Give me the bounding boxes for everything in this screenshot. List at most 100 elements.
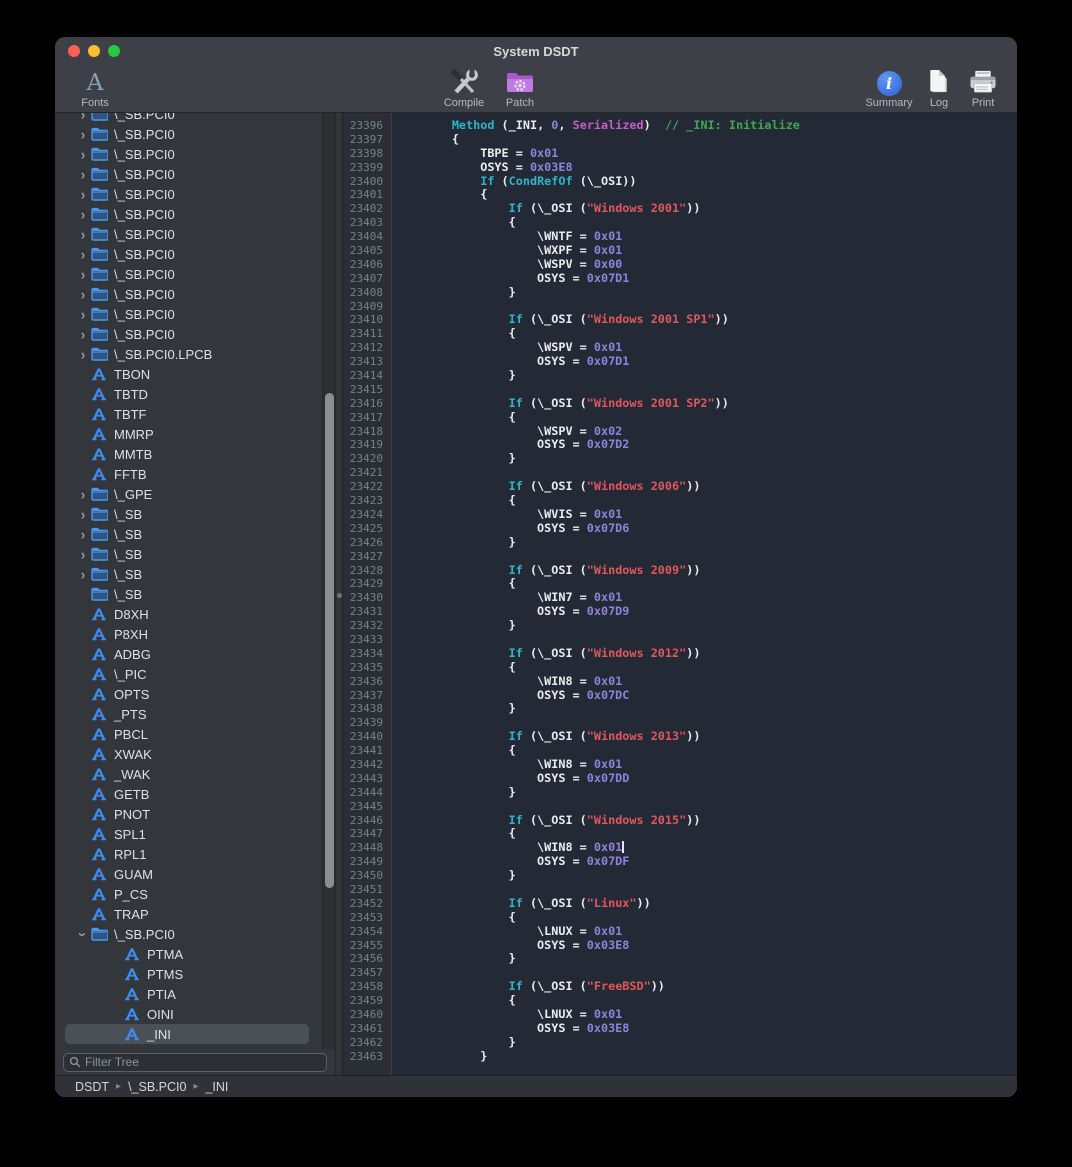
- tree-item-_sb[interactable]: ›\_SB: [65, 544, 309, 564]
- tree-item-_sb.pci0[interactable]: ›\_SB.PCI0: [65, 144, 309, 164]
- chevron-right-icon[interactable]: ›: [75, 227, 91, 242]
- chevron-right-icon[interactable]: ›: [75, 147, 91, 162]
- tree-item-fftb[interactable]: FFTB: [65, 464, 309, 484]
- tree-item-d8xh[interactable]: D8XH: [65, 604, 309, 624]
- filter-field[interactable]: [63, 1053, 327, 1072]
- line-number: 23419: [343, 438, 387, 452]
- tree-item-xwak[interactable]: XWAK: [65, 744, 309, 764]
- chevron-right-icon[interactable]: ›: [75, 327, 91, 342]
- tree-item-_sb.pci0[interactable]: ›\_SB.PCI0: [65, 244, 309, 264]
- code-line: 23413 OSYS = 0x07D1: [343, 355, 1017, 369]
- tree-item-tbon[interactable]: TBON: [65, 364, 309, 384]
- tree-item-_sb.pci0.lpcb[interactable]: ›\_SB.PCI0.LPCB: [65, 344, 309, 364]
- tree-item-mmtb[interactable]: MMTB: [65, 444, 309, 464]
- compile-button[interactable]: Compile: [436, 65, 492, 109]
- code-line: 23426 }: [343, 536, 1017, 550]
- fonts-button[interactable]: A Fonts: [67, 65, 123, 109]
- tree-item-p_cs[interactable]: P_CS: [65, 884, 309, 904]
- chevron-right-icon[interactable]: ›: [75, 307, 91, 322]
- tree-item-ptia[interactable]: PTIA: [65, 984, 309, 1004]
- breadcrumb-item[interactable]: _INI: [205, 1080, 228, 1094]
- tree-item-pbcl[interactable]: PBCL: [65, 724, 309, 744]
- chevron-right-icon[interactable]: ›: [75, 527, 91, 542]
- tree-item-rpl1[interactable]: RPL1: [65, 844, 309, 864]
- chevron-right-icon[interactable]: ›: [75, 487, 91, 502]
- folder-icon: [91, 567, 111, 581]
- tree-item-_sb.pci0[interactable]: ›\_SB.PCI0: [65, 164, 309, 184]
- chevron-right-icon[interactable]: ›: [75, 113, 91, 121]
- chevron-right-icon[interactable]: ›: [75, 267, 91, 282]
- tree-item-opts[interactable]: OPTS: [65, 684, 309, 704]
- divider-handle[interactable]: [337, 593, 342, 598]
- tree-item-_sb.pci0[interactable]: ›\_SB.PCI0: [65, 264, 309, 284]
- chevron-right-icon[interactable]: ›: [75, 207, 91, 222]
- chevron-right-icon[interactable]: ›: [75, 167, 91, 182]
- chevron-right-icon[interactable]: ›: [75, 347, 91, 362]
- tree-item-getb[interactable]: GETB: [65, 784, 309, 804]
- sidebar-tree[interactable]: ›\_SB.PCI0›\_SB.PCI0›\_SB.PCI0›\_SB.PCI0…: [55, 113, 335, 1049]
- sidebar-scrollbar-track[interactable]: [322, 113, 335, 1049]
- tree-item-tbtd[interactable]: TBTD: [65, 384, 309, 404]
- code-editor[interactable]: 23396 Method (_INI, 0, Serialized) // _I…: [343, 113, 1017, 1075]
- chevron-down-icon[interactable]: ›: [76, 926, 91, 942]
- pane-divider[interactable]: [335, 113, 343, 1075]
- summary-button[interactable]: i Summary: [861, 65, 917, 109]
- tree-item-_sb.pci0[interactable]: ›\_SB.PCI0: [65, 924, 309, 944]
- chevron-right-icon[interactable]: ›: [75, 247, 91, 262]
- tree-item-mmrp[interactable]: MMRP: [65, 424, 309, 444]
- tree-item-_pic[interactable]: \_PIC: [65, 664, 309, 684]
- method-icon: [91, 366, 111, 382]
- summary-info-icon: i: [877, 71, 902, 96]
- tree-item-_sb[interactable]: ›\_SB: [65, 564, 309, 584]
- code-text: \LNUX = 0x01: [387, 925, 622, 939]
- tree-item-adbg[interactable]: ADBG: [65, 644, 309, 664]
- code-text: \WVIS = 0x01: [387, 508, 622, 522]
- tree-item-_sb.pci0[interactable]: ›\_SB.PCI0: [65, 304, 309, 324]
- tree-item-ptma[interactable]: PTMA: [65, 944, 309, 964]
- tree-item-_ini[interactable]: _INI: [65, 1024, 309, 1044]
- breadcrumb-item[interactable]: \_SB.PCI0: [128, 1080, 186, 1094]
- chevron-right-icon[interactable]: ›: [75, 567, 91, 582]
- code-line: 23423 {: [343, 494, 1017, 508]
- tree-item-pnot[interactable]: PNOT: [65, 804, 309, 824]
- line-number: 23432: [343, 619, 387, 633]
- tree-item-trap[interactable]: TRAP: [65, 904, 309, 924]
- line-number: 23412: [343, 341, 387, 355]
- code-line: 23452 If (\_OSI ("Linux")): [343, 897, 1017, 911]
- tree-item-oini[interactable]: OINI: [65, 1004, 309, 1024]
- tree-item-_sb[interactable]: › \_SB: [65, 504, 309, 524]
- tree-item-_wak[interactable]: _WAK: [65, 764, 309, 784]
- filter-tree-input[interactable]: [85, 1055, 321, 1069]
- tree-item-_sb.pci0[interactable]: ›\_SB.PCI0: [65, 113, 309, 124]
- sidebar-scrollbar-thumb[interactable]: [325, 393, 334, 888]
- tree-item-_sb.pci0[interactable]: ›\_SB.PCI0: [65, 204, 309, 224]
- tree-item-guam[interactable]: GUAM: [65, 864, 309, 884]
- chevron-right-icon[interactable]: ›: [75, 287, 91, 302]
- chevron-right-icon[interactable]: ›: [75, 507, 91, 522]
- tree-item-_sb[interactable]: ›\_SB: [65, 524, 309, 544]
- tree-item-ptms[interactable]: PTMS: [65, 964, 309, 984]
- breadcrumb-item[interactable]: DSDT: [75, 1080, 109, 1094]
- log-button[interactable]: Log: [917, 65, 961, 109]
- chevron-right-icon[interactable]: ›: [75, 127, 91, 142]
- tree-item-_sb.pci0[interactable]: ›\_SB.PCI0: [65, 184, 309, 204]
- tree-item-_sb[interactable]: \_SB: [65, 584, 309, 604]
- tree-item-_pts[interactable]: _PTS: [65, 704, 309, 724]
- tree-item-tbtf[interactable]: TBTF: [65, 404, 309, 424]
- tree-item-_gpe[interactable]: ›\_GPE: [65, 484, 309, 504]
- chevron-right-icon[interactable]: ›: [75, 187, 91, 202]
- tree-item-_sb.pci0[interactable]: ›\_SB.PCI0: [65, 124, 309, 144]
- print-button[interactable]: Print: [961, 65, 1005, 109]
- chevron-right-icon[interactable]: ›: [75, 547, 91, 562]
- patch-button[interactable]: Patch: [492, 65, 548, 109]
- tree-item-label: \_SB: [111, 507, 142, 522]
- tree-item-p8xh[interactable]: P8XH: [65, 624, 309, 644]
- tree-item-label: \_SB.PCI0: [111, 327, 175, 342]
- tree-item-_sb.pci0[interactable]: › \_SB.PCI0: [65, 284, 309, 304]
- title-bar[interactable]: System DSDT: [55, 37, 1017, 65]
- tree-item-label: \_SB.PCI0: [111, 287, 175, 302]
- tree-item-_sb.pci0[interactable]: › \_SB.PCI0: [65, 324, 309, 344]
- tree-item-spl1[interactable]: SPL1: [65, 824, 309, 844]
- compile-tools-icon: [449, 68, 479, 96]
- tree-item-_sb.pci0[interactable]: ›\_SB.PCI0: [65, 224, 309, 244]
